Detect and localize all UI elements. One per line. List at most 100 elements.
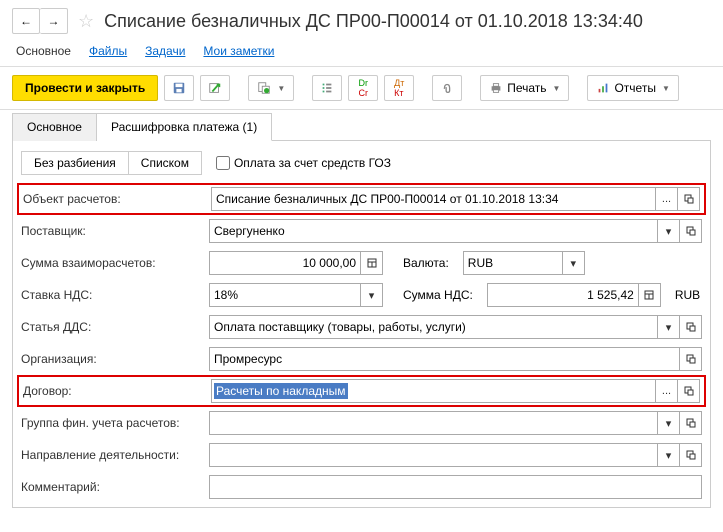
dt-kt-button[interactable]: ДтКт xyxy=(384,75,414,101)
vat-currency-suffix: RUB xyxy=(675,288,700,302)
favorite-star-icon[interactable]: ☆ xyxy=(78,11,94,32)
label-vat-rate: Ставка НДС: xyxy=(21,288,201,302)
open-icon xyxy=(686,354,696,364)
input-supplier[interactable] xyxy=(209,219,658,243)
save-button[interactable] xyxy=(164,75,194,101)
open-button[interactable] xyxy=(680,315,702,339)
print-button[interactable]: Печать▼ xyxy=(480,75,569,101)
tab-main[interactable]: Основное xyxy=(16,44,71,58)
page-title: Списание безналичных ДС ПР00-П00014 от 0… xyxy=(104,11,643,32)
sub-tabs: Основное Расшифровка платежа (1) xyxy=(0,112,723,140)
label-fingroup: Группа фин. учета расчетов: xyxy=(21,416,201,430)
nav-buttons: ← → xyxy=(12,8,68,34)
open-button[interactable] xyxy=(680,347,702,371)
dropdown-button[interactable]: ▾ xyxy=(563,251,585,275)
row-contract: Договор: Расчеты по накладным ... xyxy=(17,375,706,407)
open-icon xyxy=(684,386,694,396)
goz-checkbox[interactable] xyxy=(216,156,230,170)
open-button[interactable] xyxy=(680,443,702,467)
label-comment: Комментарий: xyxy=(21,480,201,494)
dr-cr-icon: DrCr xyxy=(358,78,368,98)
tab-tasks[interactable]: Задачи xyxy=(145,44,185,58)
row-vat: Ставка НДС: ▾ Сумма НДС: RUB xyxy=(21,279,702,311)
tab-files[interactable]: Файлы xyxy=(89,44,127,58)
dropdown-button[interactable]: ▾ xyxy=(361,283,383,307)
subtab-main[interactable]: Основное xyxy=(12,113,97,141)
label-vat-sum: Сумма НДС: xyxy=(403,288,473,302)
post-button[interactable] xyxy=(200,75,230,101)
chevron-down-icon: ▼ xyxy=(662,84,670,93)
input-activity[interactable] xyxy=(209,443,658,467)
input-contract[interactable]: Расчеты по накладным xyxy=(211,379,656,403)
chevron-down-icon: ▼ xyxy=(277,84,285,93)
dr-cr-button[interactable]: DrCr xyxy=(348,75,378,101)
calculator-icon xyxy=(367,258,377,268)
form-area: Без разбиения Списком Оплата за счет сре… xyxy=(12,140,711,508)
open-button[interactable] xyxy=(680,219,702,243)
toolbar: Провести и закрыть ▼ DrCr ДтКт Печать▼ О… xyxy=(0,67,723,110)
select-button[interactable]: ... xyxy=(656,187,678,211)
dropdown-button[interactable]: ▾ xyxy=(658,219,680,243)
create-based-button[interactable]: ▼ xyxy=(248,75,294,101)
dropdown-button[interactable]: ▾ xyxy=(658,443,680,467)
segment-list[interactable]: Списком xyxy=(129,151,202,175)
input-dds[interactable] xyxy=(209,315,658,339)
row-dds: Статья ДДС: ▾ xyxy=(21,311,702,343)
subtab-decode[interactable]: Расшифровка платежа (1) xyxy=(97,113,272,141)
chart-icon xyxy=(596,81,610,95)
post-close-button[interactable]: Провести и закрыть xyxy=(12,75,158,101)
calculator-icon xyxy=(644,290,654,300)
open-icon xyxy=(686,418,696,428)
label-dds: Статья ДДС: xyxy=(21,320,201,334)
input-currency[interactable] xyxy=(463,251,563,275)
open-icon xyxy=(686,322,696,332)
input-comment[interactable] xyxy=(209,475,702,499)
structure-button[interactable] xyxy=(312,75,342,101)
tab-notes[interactable]: Мои заметки xyxy=(203,44,274,58)
reports-button[interactable]: Отчеты▼ xyxy=(587,75,678,101)
dropdown-button[interactable]: ▾ xyxy=(658,411,680,435)
label-activity: Направление деятельности: xyxy=(21,448,201,462)
row-org: Организация: xyxy=(21,343,702,375)
printer-icon xyxy=(489,81,503,95)
chevron-down-icon: ▼ xyxy=(553,84,561,93)
list-icon xyxy=(320,81,334,95)
input-org[interactable] xyxy=(209,347,680,371)
arrow-left-icon: ← xyxy=(20,14,32,28)
post-icon xyxy=(208,81,222,95)
input-vat-rate[interactable] xyxy=(209,283,361,307)
open-button[interactable] xyxy=(678,187,700,211)
paperclip-icon xyxy=(440,81,454,95)
input-object[interactable] xyxy=(211,187,656,211)
segment-no-split[interactable]: Без разбиения xyxy=(21,151,129,175)
row-activity: Направление деятельности: ▾ xyxy=(21,439,702,471)
top-tabs: Основное Файлы Задачи Мои заметки xyxy=(0,38,723,67)
row-object: Объект расчетов: ... xyxy=(17,183,706,215)
dropdown-button[interactable]: ▾ xyxy=(658,315,680,339)
header-row: ← → ☆ Списание безналичных ДС ПР00-П0001… xyxy=(0,0,723,38)
input-amount[interactable] xyxy=(209,251,361,275)
row-amount: Сумма взаиморасчетов: Валюта: ▾ xyxy=(21,247,702,279)
open-button[interactable] xyxy=(680,411,702,435)
row-fingroup: Группа фин. учета расчетов: ▾ xyxy=(21,407,702,439)
back-button[interactable]: ← xyxy=(12,8,40,34)
select-button[interactable]: ... xyxy=(656,379,678,403)
row-supplier: Поставщик: ▾ xyxy=(21,215,702,247)
row-comment: Комментарий: xyxy=(21,471,702,503)
label-object: Объект расчетов: xyxy=(23,192,203,206)
open-button[interactable] xyxy=(678,379,700,403)
goz-checkbox-wrap[interactable]: Оплата за счет средств ГОЗ xyxy=(216,156,391,170)
input-fingroup[interactable] xyxy=(209,411,658,435)
calculator-button[interactable] xyxy=(639,283,661,307)
input-vat-sum[interactable] xyxy=(487,283,639,307)
label-amount: Сумма взаиморасчетов: xyxy=(21,256,201,270)
label-currency: Валюта: xyxy=(403,256,449,270)
dt-kt-icon: ДтКт xyxy=(394,78,404,98)
open-icon xyxy=(686,226,696,236)
open-icon xyxy=(686,450,696,460)
forward-button[interactable]: → xyxy=(40,8,68,34)
attach-button[interactable] xyxy=(432,75,462,101)
calculator-button[interactable] xyxy=(361,251,383,275)
segment-row: Без разбиения Списком Оплата за счет сре… xyxy=(21,151,702,175)
label-contract: Договор: xyxy=(23,384,203,398)
